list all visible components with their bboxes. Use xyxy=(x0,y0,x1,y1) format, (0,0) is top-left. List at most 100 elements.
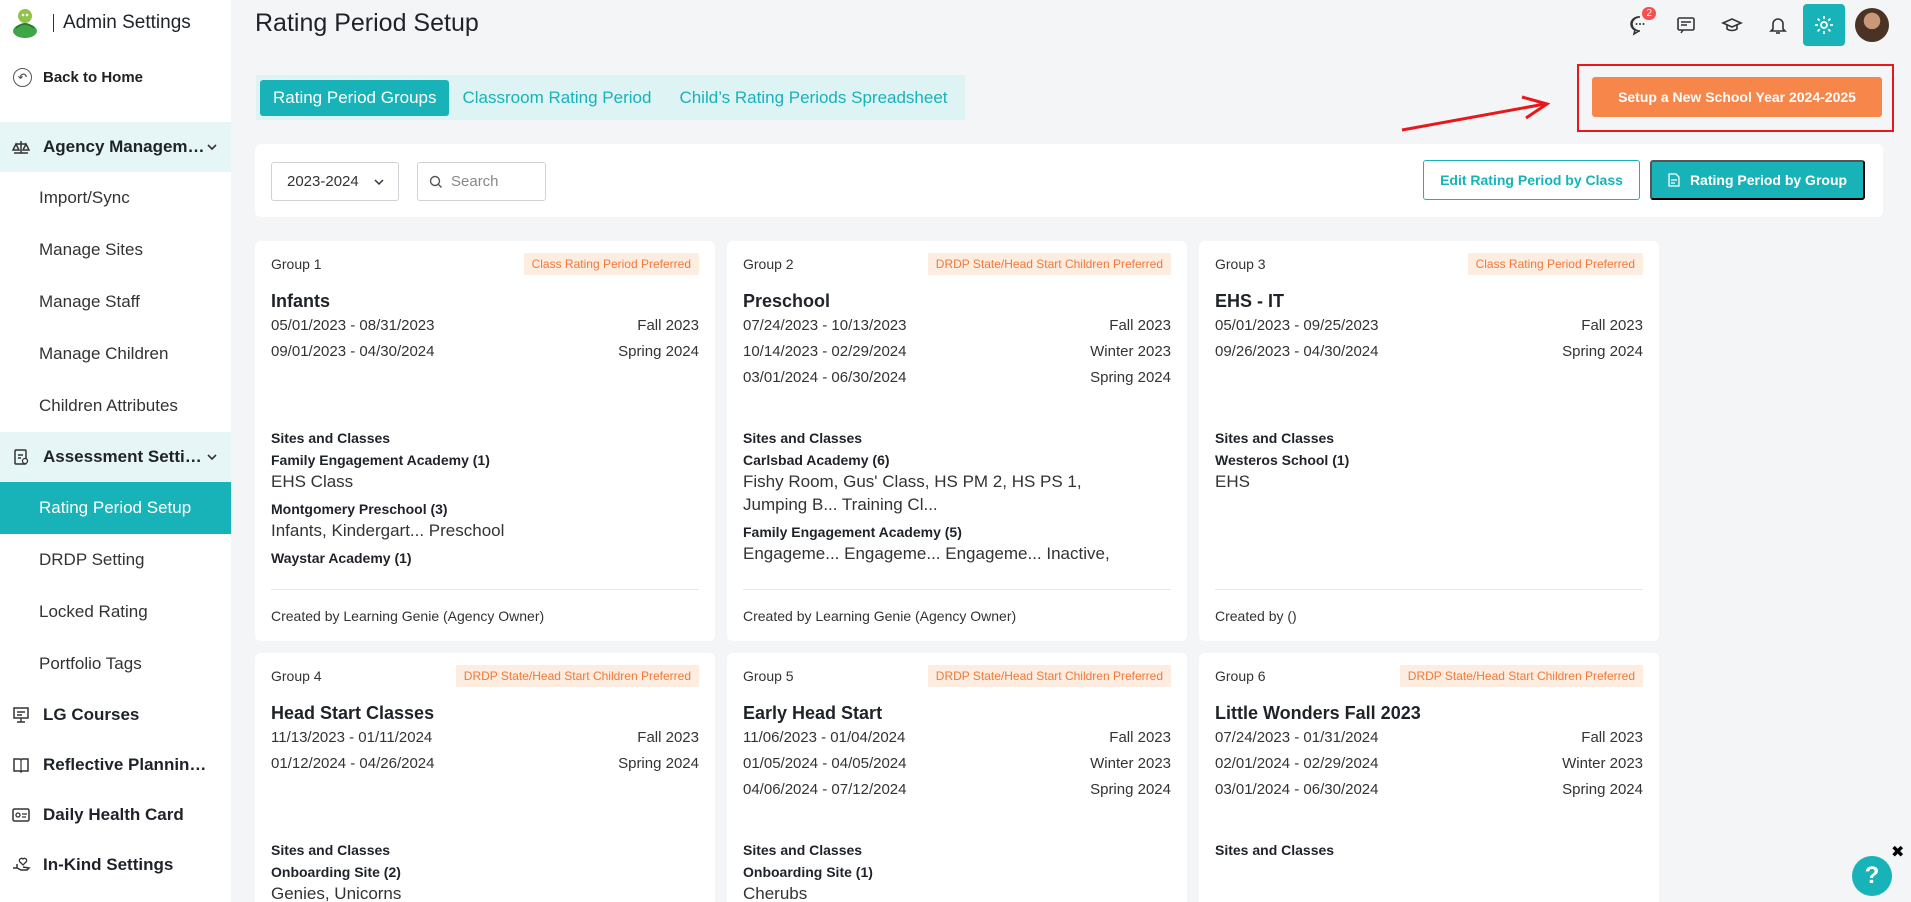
search-box[interactable] xyxy=(417,162,546,201)
sidebar-section-agency-management[interactable]: Agency Managem… xyxy=(0,122,231,172)
sidebar-item-locked-rating[interactable]: Locked Rating xyxy=(0,586,231,638)
sidebar-item-portfolio-tags[interactable]: Portfolio Tags xyxy=(0,638,231,690)
chat-button[interactable]: 2 xyxy=(1619,4,1661,46)
sidebar-item-rating-period-setup[interactable]: Rating Period Setup xyxy=(0,482,231,534)
period-name: Winter 2023 xyxy=(1090,754,1171,772)
sites-and-classes-label: Sites and Classes xyxy=(743,430,863,446)
sidebar-section-lg-courses[interactable]: LG Courses xyxy=(0,690,231,740)
group-label: Group 4 xyxy=(271,668,322,684)
group-label: Group 5 xyxy=(743,668,794,684)
graduation-cap-icon xyxy=(1721,18,1743,32)
lg-courses-label: LG Courses xyxy=(43,705,140,724)
tab-childs-rating-periods-spreadsheet[interactable]: Child’s Rating Periods Spreadsheet xyxy=(666,80,960,116)
site-name: Carlsbad Academy (6) xyxy=(743,452,890,468)
period-row: 03/01/2024 - 06/30/2024 Spring 2024 xyxy=(1215,776,1643,802)
sidebar-section-in-kind-settings[interactable]: In-Kind Settings xyxy=(0,840,231,890)
tab-classroom-rating-period[interactable]: Classroom Rating Period xyxy=(449,80,664,116)
group-card-5[interactable]: Group 5 DRDP State/Head Start Children Pr… xyxy=(727,653,1187,902)
rating-period-by-group-button[interactable]: Rating Period by Group xyxy=(1650,160,1865,200)
filter-toolbar: 2023-2024 Edit Rating Period by Class Ra… xyxy=(255,144,1883,217)
group-card-6[interactable]: Group 6 DRDP State/Head Start Children Pr… xyxy=(1199,653,1659,902)
sidebar-section-assessment-settings[interactable]: Assessment Setti… xyxy=(0,432,231,482)
sidebar-item-manage-sites[interactable]: Manage Sites xyxy=(0,224,231,276)
group-card-2[interactable]: Group 2 DRDP State/Head Start Children Pr… xyxy=(727,241,1187,641)
period-dates: 11/06/2023 - 01/04/2024 xyxy=(743,728,906,746)
sites-and-classes-label: Sites and Classes xyxy=(1215,430,1335,446)
group-name: Head Start Classes xyxy=(271,703,435,723)
back-arrow-icon: ↶ xyxy=(13,67,32,87)
reflective-planning-label: Reflective Plannin… xyxy=(43,755,207,774)
tab-rating-period-groups[interactable]: Rating Period Groups xyxy=(260,79,450,116)
period-row: 09/01/2023 - 04/30/2024 Spring 2024 xyxy=(271,338,699,364)
agency-management-label: Agency Managem… xyxy=(43,137,205,156)
sites-and-classes-label: Sites and Classes xyxy=(1215,842,1335,858)
sidebar-item-manage-children[interactable]: Manage Children xyxy=(0,328,231,380)
period-row: 09/26/2023 - 04/30/2024 Spring 2024 xyxy=(1215,338,1643,364)
period-name: Winter 2023 xyxy=(1090,342,1171,360)
sidebar: Admin Settings ↶ Back to Home Agency Man… xyxy=(0,0,231,902)
tab-bar: Rating Period Groups Classroom Rating Pe… xyxy=(256,75,965,120)
school-year-select[interactable]: 2023-2024 xyxy=(271,162,399,201)
sidebar-section-daily-health-card[interactable]: Daily Health Card xyxy=(0,790,231,840)
chevron-down-icon xyxy=(207,144,217,151)
group-label: Group 3 xyxy=(1215,256,1266,272)
setup-new-school-year-button[interactable]: Setup a New School Year 2024-2025 xyxy=(1592,77,1882,117)
help-close-icon[interactable]: ✖ xyxy=(1891,842,1904,862)
sidebar-item-manage-staff[interactable]: Manage Staff xyxy=(0,276,231,328)
header-icons: 2 xyxy=(1615,4,1889,46)
notes-button[interactable] xyxy=(1665,4,1707,46)
period-row: 05/01/2023 - 08/31/2023 Fall 2023 xyxy=(271,312,699,338)
chevron-down-icon xyxy=(207,454,217,461)
period-name: Fall 2023 xyxy=(1581,316,1643,334)
back-to-home-link[interactable]: ↶ Back to Home xyxy=(0,58,231,96)
sites-and-classes-label: Sites and Classes xyxy=(271,430,391,446)
id-card-icon xyxy=(10,804,32,826)
help-button[interactable]: ? xyxy=(1852,856,1892,896)
period-row: 01/12/2024 - 04/26/2024 Spring 2024 xyxy=(271,750,699,776)
document-icon xyxy=(1668,173,1680,187)
group-name: Early Head Start xyxy=(743,703,883,723)
hand-heart-icon xyxy=(10,854,32,876)
period-name: Spring 2024 xyxy=(1562,342,1643,360)
period-name: Spring 2024 xyxy=(618,342,699,360)
search-input[interactable] xyxy=(451,173,541,190)
group-card-3[interactable]: Group 3 Class Rating Period Preferred EHS… xyxy=(1199,241,1659,641)
period-dates: 02/01/2024 - 02/29/2024 xyxy=(1215,754,1379,772)
scale-icon xyxy=(10,136,32,158)
group-name: Infants xyxy=(271,291,331,311)
courses-button[interactable] xyxy=(1711,4,1753,46)
group-name: EHS - IT xyxy=(1215,291,1285,311)
group-card-1[interactable]: Group 1 Class Rating Period Preferred Inf… xyxy=(255,241,715,641)
page-title: Rating Period Setup xyxy=(255,9,479,37)
presentation-icon xyxy=(10,704,32,726)
class-list: Cherubs xyxy=(743,884,808,902)
settings-button[interactable] xyxy=(1803,4,1845,46)
sidebar-item-import-sync[interactable]: Import/Sync xyxy=(0,172,231,224)
sidebar-section-reflective-planning[interactable]: Reflective Plannin… xyxy=(0,740,231,790)
class-list: Genies, Unicorns xyxy=(271,884,402,902)
period-dates: 07/24/2023 - 10/13/2023 xyxy=(743,316,907,334)
notifications-button[interactable] xyxy=(1757,4,1799,46)
period-dates: 09/01/2023 - 04/30/2024 xyxy=(271,342,435,360)
period-row: 07/24/2023 - 01/31/2024 Fall 2023 xyxy=(1215,724,1643,750)
group-card-4[interactable]: Group 4 DRDP State/Head Start Children Pr… xyxy=(255,653,715,902)
chevron-down-icon xyxy=(374,179,384,186)
user-avatar[interactable] xyxy=(1855,8,1889,42)
in-kind-settings-label: In-Kind Settings xyxy=(43,855,174,874)
period-row: 07/24/2023 - 10/13/2023 Fall 2023 xyxy=(743,312,1171,338)
preference-tag: Class Rating Period Preferred xyxy=(523,253,699,275)
period-name: Spring 2024 xyxy=(618,754,699,772)
sidebar-item-drdp-setting[interactable]: DRDP Setting xyxy=(0,534,231,586)
bell-icon xyxy=(1769,18,1787,34)
period-dates: 01/05/2024 - 04/05/2024 xyxy=(743,754,907,772)
sites-and-classes-label: Sites and Classes xyxy=(743,842,863,858)
brand-divider xyxy=(53,14,54,32)
created-by: Created by Learning Genie (Agency Owner) xyxy=(271,589,699,641)
annotation-arrow xyxy=(1401,95,1550,132)
brand: Admin Settings xyxy=(0,0,231,46)
period-row: 01/05/2024 - 04/05/2024 Winter 2023 xyxy=(743,750,1171,776)
period-name: Fall 2023 xyxy=(637,728,699,746)
edit-rating-period-by-class-button[interactable]: Edit Rating Period by Class xyxy=(1423,160,1640,200)
period-name: Fall 2023 xyxy=(1109,316,1171,334)
sidebar-item-children-attributes[interactable]: Children Attributes xyxy=(0,380,231,432)
